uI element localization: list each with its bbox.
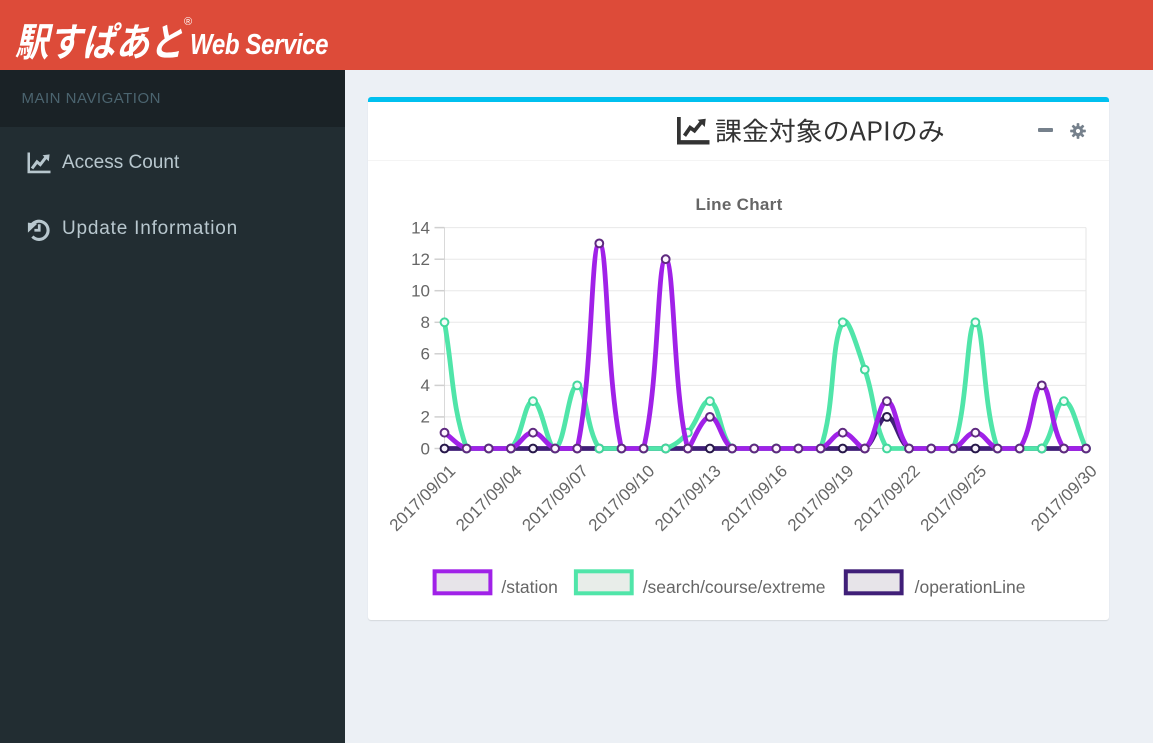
svg-text:2017/09/19: 2017/09/19 [784, 461, 858, 535]
svg-text:Line Chart: Line Chart [695, 195, 782, 214]
svg-text:2017/09/04: 2017/09/04 [452, 461, 526, 535]
svg-text:0: 0 [421, 439, 430, 458]
svg-text:/search/course/extreme: /search/course/extreme [643, 577, 826, 597]
svg-text:12: 12 [411, 250, 430, 269]
svg-text:6: 6 [421, 345, 430, 364]
svg-text:2017/09/25: 2017/09/25 [917, 461, 991, 535]
svg-text:10: 10 [411, 282, 430, 301]
svg-text:2: 2 [421, 408, 430, 427]
svg-text:2017/09/01: 2017/09/01 [386, 461, 460, 535]
svg-text:2017/09/30: 2017/09/30 [1027, 461, 1100, 535]
svg-text:8: 8 [421, 313, 430, 332]
svg-text:2017/09/07: 2017/09/07 [518, 461, 592, 535]
svg-text:2017/09/16: 2017/09/16 [718, 461, 792, 535]
svg-text:/operationLine: /operationLine [915, 577, 1026, 597]
svg-text:/station: /station [501, 577, 557, 597]
svg-text:2017/09/22: 2017/09/22 [850, 461, 924, 535]
svg-text:4: 4 [421, 376, 430, 395]
svg-text:2017/09/10: 2017/09/10 [585, 461, 659, 535]
svg-text:2017/09/13: 2017/09/13 [651, 461, 725, 535]
svg-text:14: 14 [411, 218, 430, 237]
